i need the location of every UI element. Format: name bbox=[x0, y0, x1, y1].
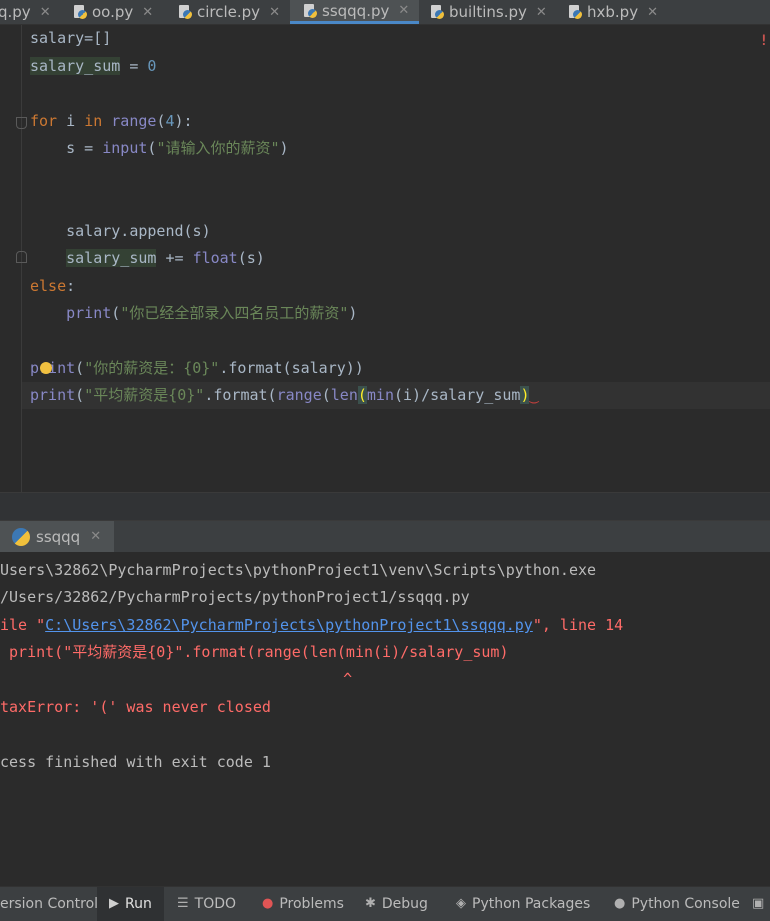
tab-hxb-py[interactable]: hxb.py ✕ bbox=[569, 0, 658, 24]
code-line-4: for i in range(4): bbox=[30, 112, 193, 130]
packages-icon: ◈ bbox=[456, 896, 466, 911]
tool-window-bar: ersion Control ▶ Run ☰ TODO ● Problems ✱… bbox=[0, 886, 770, 921]
close-icon[interactable]: ✕ bbox=[269, 5, 280, 20]
editor-tab-bar: q.py ✕ oo.py ✕ circle.py ✕ ssqqq.py ✕ bu… bbox=[0, 0, 770, 25]
code-editor[interactable]: ! salary=[] salary_sum = 0 for i in rang… bbox=[0, 25, 770, 492]
close-icon[interactable]: ✕ bbox=[40, 5, 51, 20]
console-error-caret: ^ bbox=[0, 670, 353, 688]
code-line-14: print("平均薪资是{0}".format(range(len(min(i)… bbox=[30, 386, 539, 404]
run-console[interactable]: Users\32862\PycharmProjects\pythonProjec… bbox=[0, 553, 770, 886]
console-error-line: taxError: '(' was never closed bbox=[0, 698, 271, 716]
console-error-line: print("平均薪资是{0}".format(range(len(min(i)… bbox=[0, 643, 509, 661]
tab-oo-py[interactable]: oo.py ✕ bbox=[74, 0, 153, 24]
tab-builtins-py[interactable]: builtins.py ✕ bbox=[431, 0, 547, 24]
tool-todo[interactable]: ☰ TODO bbox=[177, 887, 236, 921]
run-icon: ▶ bbox=[109, 896, 119, 911]
python-icon bbox=[12, 527, 30, 546]
tab-label: circle.py bbox=[197, 3, 261, 21]
console-line: Users\32862\PycharmProjects\pythonProjec… bbox=[0, 561, 597, 579]
run-config-tab[interactable]: ssqqq ✕ bbox=[0, 521, 114, 552]
code-line-2: salary_sum = 0 bbox=[30, 57, 157, 75]
tool-problems[interactable]: ● Problems bbox=[262, 887, 344, 921]
fold-marker-icon[interactable] bbox=[16, 117, 27, 129]
console-error-line: ile "C:\Users\32862\PycharmProjects\pyth… bbox=[0, 616, 624, 634]
code-line-11: print("你已经全部录入四名员工的薪资") bbox=[66, 304, 358, 322]
close-icon[interactable]: ✕ bbox=[398, 3, 409, 18]
tab-label: builtins.py bbox=[449, 3, 527, 21]
run-tab-label: ssqqq bbox=[36, 527, 81, 546]
close-icon[interactable]: ✕ bbox=[647, 5, 658, 20]
close-icon[interactable]: ✕ bbox=[536, 5, 547, 20]
code-line-5: s = input("请输入你的薪资") bbox=[30, 139, 289, 157]
python-file-icon bbox=[304, 3, 317, 18]
tool-python-console[interactable]: ● Python Console bbox=[614, 887, 740, 921]
code-line-10: else: bbox=[30, 277, 76, 295]
panel-splitter[interactable] bbox=[0, 492, 770, 521]
tab-label: hxb.py bbox=[587, 3, 639, 21]
tool-debug[interactable]: ✱ Debug bbox=[365, 887, 428, 921]
debug-icon: ✱ bbox=[365, 896, 376, 911]
run-toolwindow-header: ssqqq ✕ bbox=[0, 521, 770, 552]
tab-q-py[interactable]: q.py ✕ bbox=[0, 0, 51, 24]
tab-label: q.py bbox=[0, 3, 31, 21]
tool-version-control[interactable]: ersion Control bbox=[0, 887, 108, 921]
close-icon[interactable]: ✕ bbox=[142, 5, 153, 20]
console-line: cess finished with exit code 1 bbox=[0, 753, 271, 771]
python-file-icon bbox=[179, 5, 192, 19]
tab-label: ssqqq.py bbox=[322, 1, 390, 20]
problems-icon: ● bbox=[262, 896, 274, 911]
python-file-icon bbox=[431, 5, 444, 19]
code-line-13: print("你的薪资是：{0}".format(salary)) bbox=[30, 359, 364, 377]
tool-terminal[interactable]: ▣ bbox=[752, 887, 764, 921]
lightbulb-icon[interactable] bbox=[40, 362, 52, 374]
fold-marker-icon[interactable] bbox=[16, 251, 27, 263]
tab-ssqqq-py[interactable]: ssqqq.py ✕ bbox=[290, 0, 420, 24]
file-link[interactable]: C:\Users\32862\PycharmProjects\pythonPro… bbox=[45, 616, 533, 634]
error-indicator-icon[interactable]: ! bbox=[760, 33, 768, 49]
tool-python-packages[interactable]: ◈ Python Packages bbox=[456, 887, 590, 921]
terminal-icon: ▣ bbox=[752, 896, 765, 911]
tool-run[interactable]: ▶ Run bbox=[97, 887, 164, 921]
python-file-icon bbox=[569, 5, 582, 19]
console-line: /Users/32862/PycharmProjects/pythonProje… bbox=[0, 588, 470, 606]
todo-icon: ☰ bbox=[177, 896, 189, 911]
python-file-icon bbox=[74, 5, 87, 19]
close-icon[interactable]: ✕ bbox=[90, 529, 101, 544]
code-line-8: salary.append(s) bbox=[30, 222, 211, 240]
code-line-1: salary=[] bbox=[30, 29, 112, 47]
python-console-icon: ● bbox=[614, 896, 626, 911]
tab-label: oo.py bbox=[92, 3, 134, 21]
tab-circle-py[interactable]: circle.py ✕ bbox=[179, 0, 280, 24]
code-line-9: salary_sum += float(s) bbox=[66, 249, 265, 267]
